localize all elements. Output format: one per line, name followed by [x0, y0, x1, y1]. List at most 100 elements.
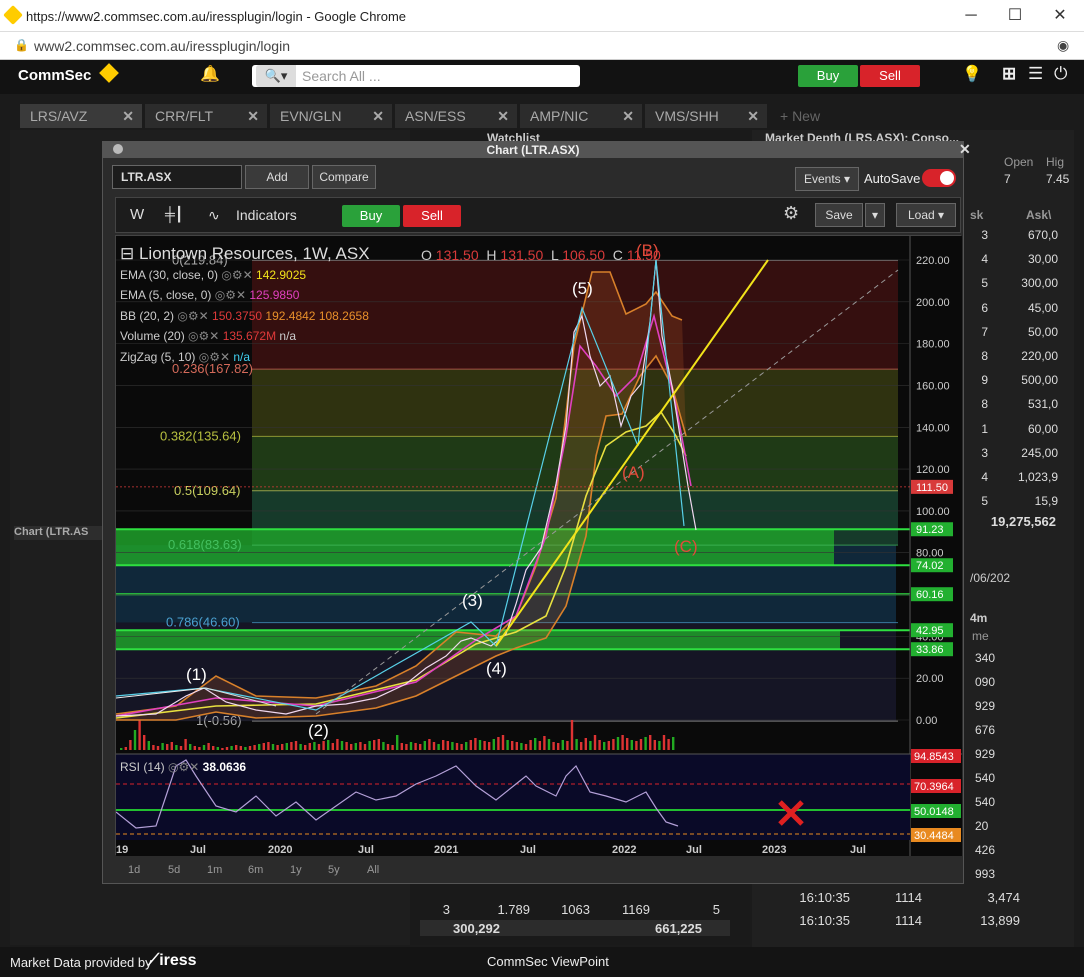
depth-ask-price: 5 [981, 494, 988, 509]
chart-sell-button[interactable]: Sell [403, 205, 461, 227]
bb-legend[interactable]: BB (20, 2) ◎⚙✕ 150.3750 192.4842 108.265… [120, 309, 369, 323]
autosave-toggle[interactable] [922, 169, 956, 187]
depth-ask-volume: 45,00 [1027, 300, 1058, 315]
close-tab-icon[interactable]: ✕ [622, 108, 634, 125]
volume-bar [644, 737, 647, 750]
bell-icon[interactable]: 🔔 [200, 64, 220, 84]
askv-header: Ask\ [1026, 208, 1052, 222]
power-icon[interactable]: ⏻ [1054, 64, 1067, 84]
chart-close-icon[interactable]: ✕ [959, 141, 971, 158]
add-button[interactable]: Add [245, 165, 309, 189]
c-value: 11.50 [626, 247, 661, 263]
depth-ask-price: 3 [981, 445, 988, 460]
depth-ask-volume: 500,00 [1021, 373, 1058, 388]
settings-gear-icon[interactable]: ⚙ [783, 203, 799, 224]
ema5-legend[interactable]: EMA (5, close, 0) ◎⚙✕ 125.9850 [120, 288, 299, 302]
period-selector[interactable]: W [130, 206, 144, 223]
search-box[interactable]: 🔍▾ Search All ... [252, 65, 580, 87]
volume-bar [198, 747, 201, 750]
volume-bar [520, 743, 523, 750]
range-button[interactable]: All [367, 864, 379, 876]
range-button[interactable]: 6m [248, 864, 263, 876]
tab-evn-gln[interactable]: EVN/GLN ✕ [270, 104, 392, 128]
window-pin-icon[interactable] [113, 144, 123, 154]
search-input[interactable]: Search All ... [302, 68, 381, 84]
volume-bar [350, 744, 353, 750]
save-button[interactable]: Save [815, 203, 863, 227]
volume-bar [193, 746, 196, 750]
lightbulb-icon[interactable]: 💡 [962, 64, 982, 84]
close-tab-icon[interactable]: ✕ [747, 108, 759, 125]
add-icon[interactable]: ⊞ [1002, 64, 1016, 84]
symbol-input[interactable]: LTR.ASX [112, 165, 242, 189]
close-icon[interactable]: ✕ [1045, 4, 1075, 28]
trade-code: 1114 [895, 913, 922, 928]
tab-crr-flt[interactable]: CRR/FLT ✕ [145, 104, 267, 128]
ema30-legend[interactable]: EMA (30, close, 0) ◎⚙✕ 142.9025 [120, 268, 306, 282]
volume-bar [253, 745, 256, 750]
close-tab-icon[interactable]: ✕ [372, 108, 384, 125]
volume-bar [423, 741, 426, 750]
range-button[interactable]: 1d [128, 864, 140, 876]
trades-time-header: me [972, 629, 989, 643]
price-tick: 220.00 [916, 255, 950, 267]
tab-asn-ess[interactable]: ASN/ESS ✕ [395, 104, 517, 128]
volume-bar [225, 747, 229, 750]
depth-ask-volume: 300,00 [1021, 276, 1058, 291]
chart-buy-button[interactable]: Buy [342, 205, 400, 227]
close-tab-icon[interactable]: ✕ [247, 108, 259, 125]
volume-bar [580, 742, 583, 750]
tab-amp-nic[interactable]: AMP/NIC ✕ [520, 104, 642, 128]
rsi-legend[interactable]: RSI (14) ◎⚙✕ 38.0636 [120, 760, 246, 774]
search-icon[interactable]: 🔍▾ [256, 65, 296, 87]
events-dropdown[interactable]: Events ▾ [795, 167, 859, 191]
ask-header: sk [970, 208, 984, 222]
close-tab-icon[interactable]: ✕ [497, 108, 509, 125]
range-button[interactable]: 5y [328, 864, 340, 876]
indicators-button[interactable]: Indicators [236, 207, 297, 223]
volume-bar [179, 746, 183, 750]
rsi-label: RSI (14) [120, 760, 165, 774]
close-tab-icon[interactable]: ✕ [122, 108, 134, 125]
depth-ask-price: 8 [981, 349, 988, 363]
menu-icon[interactable]: ☰ [1028, 64, 1043, 84]
minimize-icon[interactable]: ─ [956, 4, 986, 28]
volume-legend[interactable]: Volume (20) ◎⚙✕ 135.672M n/a [120, 329, 296, 343]
commsec-favicon-icon [3, 5, 23, 25]
mini-cell: 3 [442, 902, 450, 917]
volume-bar [653, 740, 656, 750]
load-dropdown[interactable]: Load ▾ [896, 203, 956, 227]
new-tab-button[interactable]: + New [770, 104, 840, 128]
buy-button[interactable]: Buy [798, 65, 858, 87]
side-chart-label[interactable]: Chart (LTR.AS [14, 526, 104, 540]
volume-bar [469, 740, 472, 750]
eye-icon[interactable]: ◉ [1057, 37, 1069, 54]
sell-button[interactable]: Sell [860, 65, 920, 87]
volume-bar [409, 742, 413, 750]
volume-bar [133, 730, 137, 750]
indicators-icon[interactable]: ∿ [208, 207, 220, 224]
load-label: Load [907, 208, 935, 222]
range-button[interactable]: 1y [290, 864, 302, 876]
volume-bar [534, 738, 537, 750]
trade-row: 426 [975, 843, 996, 857]
tab-vms-shh[interactable]: VMS/SHH ✕ [645, 104, 767, 128]
address-url[interactable]: www2.commsec.com.au/iressplugin/login [34, 38, 290, 54]
range-button[interactable]: 5d [168, 864, 180, 876]
fib-label: 0.382(135.64) [160, 428, 241, 443]
compare-button[interactable]: Compare [312, 165, 376, 189]
address-bar[interactable]: 🔒 www2.commsec.com.au/iressplugin/login … [0, 32, 1084, 60]
high-label: Hig [1046, 155, 1065, 169]
range-button[interactable]: 1m [207, 864, 222, 876]
volume-na: n/a [279, 329, 297, 343]
chart-window-title[interactable]: Chart (LTR.ASX) [103, 142, 963, 158]
save-dropdown-icon[interactable]: ▾ [865, 203, 885, 227]
volume-bar [529, 740, 532, 750]
zigzag-legend[interactable]: ZigZag (5, 10) ◎⚙✕ n/a [120, 350, 250, 364]
elliott-wave-label: (2) [308, 721, 329, 740]
tab-lrs-avz[interactable]: LRS/AVZ ✕ [20, 104, 142, 128]
volume-bar [598, 740, 601, 750]
zigzag-label: ZigZag (5, 10) [120, 350, 196, 364]
maximize-icon[interactable]: ☐ [1000, 4, 1030, 28]
candle-type-icon[interactable]: ╪┃ [165, 206, 183, 223]
